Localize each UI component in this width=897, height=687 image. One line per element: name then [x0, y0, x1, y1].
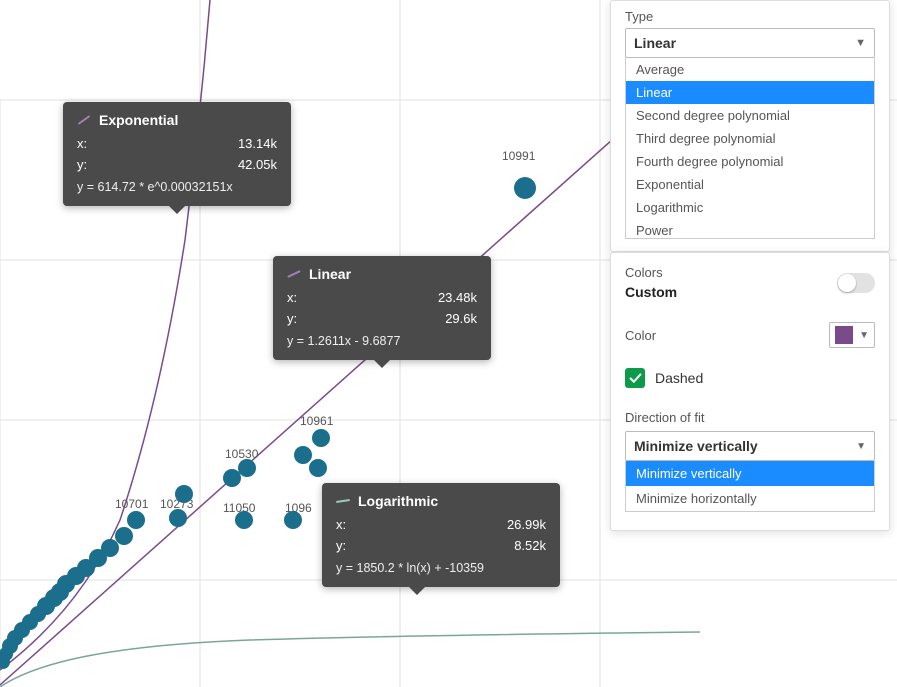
tooltip-linear: Linear x: 23.48k y: 29.6k y = 1.2611x - 9.… — [273, 256, 491, 360]
x-label: x: — [287, 288, 297, 309]
chevron-down-icon: ▼ — [859, 330, 869, 341]
type-option-average[interactable]: Average — [626, 58, 874, 81]
colors-label: Colors — [625, 265, 677, 280]
trend-icon — [336, 499, 350, 503]
y-label: y: — [77, 155, 87, 176]
dashed-label: Dashed — [655, 370, 703, 386]
type-option-poly4[interactable]: Fourth degree polynomial — [626, 150, 874, 173]
colors-toggle[interactable] — [837, 273, 875, 293]
type-label: Type — [625, 9, 875, 24]
chevron-down-icon: ▼ — [856, 441, 866, 452]
y-value: 42.05k — [238, 155, 277, 176]
point-label: 10961 — [300, 414, 334, 428]
tooltip-title: Exponential — [99, 112, 178, 128]
type-option-logarithmic[interactable]: Logarithmic — [626, 196, 874, 219]
tooltip-logarithmic: Logarithmic x: 26.99k y: 8.52k y = 1850.2 … — [322, 483, 560, 587]
trend-logarithmic[interactable] — [0, 632, 700, 687]
direction-option-horizontal[interactable]: Minimize horizontally — [626, 486, 874, 511]
check-icon — [629, 372, 642, 385]
type-option-exponential[interactable]: Exponential — [626, 173, 874, 196]
x-value: 26.99k — [507, 515, 546, 536]
y-label: y: — [336, 536, 346, 557]
type-options: Average Linear Second degree polynomial … — [625, 58, 875, 239]
tooltip-exponential: Exponential x: 13.14k y: 42.05k y = 614.72… — [63, 102, 291, 206]
y-value: 29.6k — [445, 309, 477, 330]
type-select[interactable]: Linear ▼ — [625, 28, 875, 58]
x-value: 23.48k — [438, 288, 477, 309]
direction-option-vertical[interactable]: Minimize vertically — [626, 461, 874, 486]
data-points[interactable] — [0, 177, 536, 669]
x-label: x: — [336, 515, 346, 536]
direction-select[interactable]: Minimize vertically ▼ — [625, 431, 875, 461]
x-label: x: — [77, 134, 87, 155]
dashed-checkbox[interactable] — [625, 368, 645, 388]
colors-mode: Custom — [625, 284, 677, 300]
type-option-poly2[interactable]: Second degree polynomial — [626, 104, 874, 127]
type-selected: Linear — [634, 35, 676, 51]
point-label: 10530 — [225, 447, 259, 461]
equation-text: y = 1850.2 * ln(x) + -10359 — [336, 561, 546, 575]
color-picker[interactable]: ▼ — [829, 322, 875, 348]
equation-text: y = 1.2611x - 9.6877 — [287, 334, 477, 348]
direction-label: Direction of fit — [625, 410, 875, 425]
color-swatch — [835, 326, 853, 344]
type-option-linear[interactable]: Linear — [626, 81, 874, 104]
y-label: y: — [287, 309, 297, 330]
color-label: Color — [625, 328, 656, 343]
direction-selected: Minimize vertically — [634, 438, 758, 454]
direction-options: Minimize vertically Minimize horizontall… — [625, 461, 875, 512]
y-value: 8.52k — [514, 536, 546, 557]
point-label: 10701 — [115, 497, 149, 511]
panel-type: Type Linear ▼ Average Linear Second degr… — [610, 0, 890, 252]
type-option-poly3[interactable]: Third degree polynomial — [626, 127, 874, 150]
type-option-power[interactable]: Power — [626, 219, 874, 239]
stage: 10991 10961 10530 11050 1096 10273 10701 — [0, 0, 897, 687]
tooltip-title: Logarithmic — [358, 493, 438, 509]
tooltip-title: Linear — [309, 266, 351, 282]
x-value: 13.14k — [238, 134, 277, 155]
trend-icon — [78, 115, 91, 125]
point-label: 10991 — [502, 149, 536, 163]
equation-text: y = 614.72 * e^0.00032151x — [77, 180, 277, 194]
chevron-down-icon: ▼ — [855, 37, 866, 49]
panel-appearance: Colors Custom Color ▼ Dashed Direction o… — [610, 252, 890, 531]
trend-icon — [287, 270, 301, 278]
